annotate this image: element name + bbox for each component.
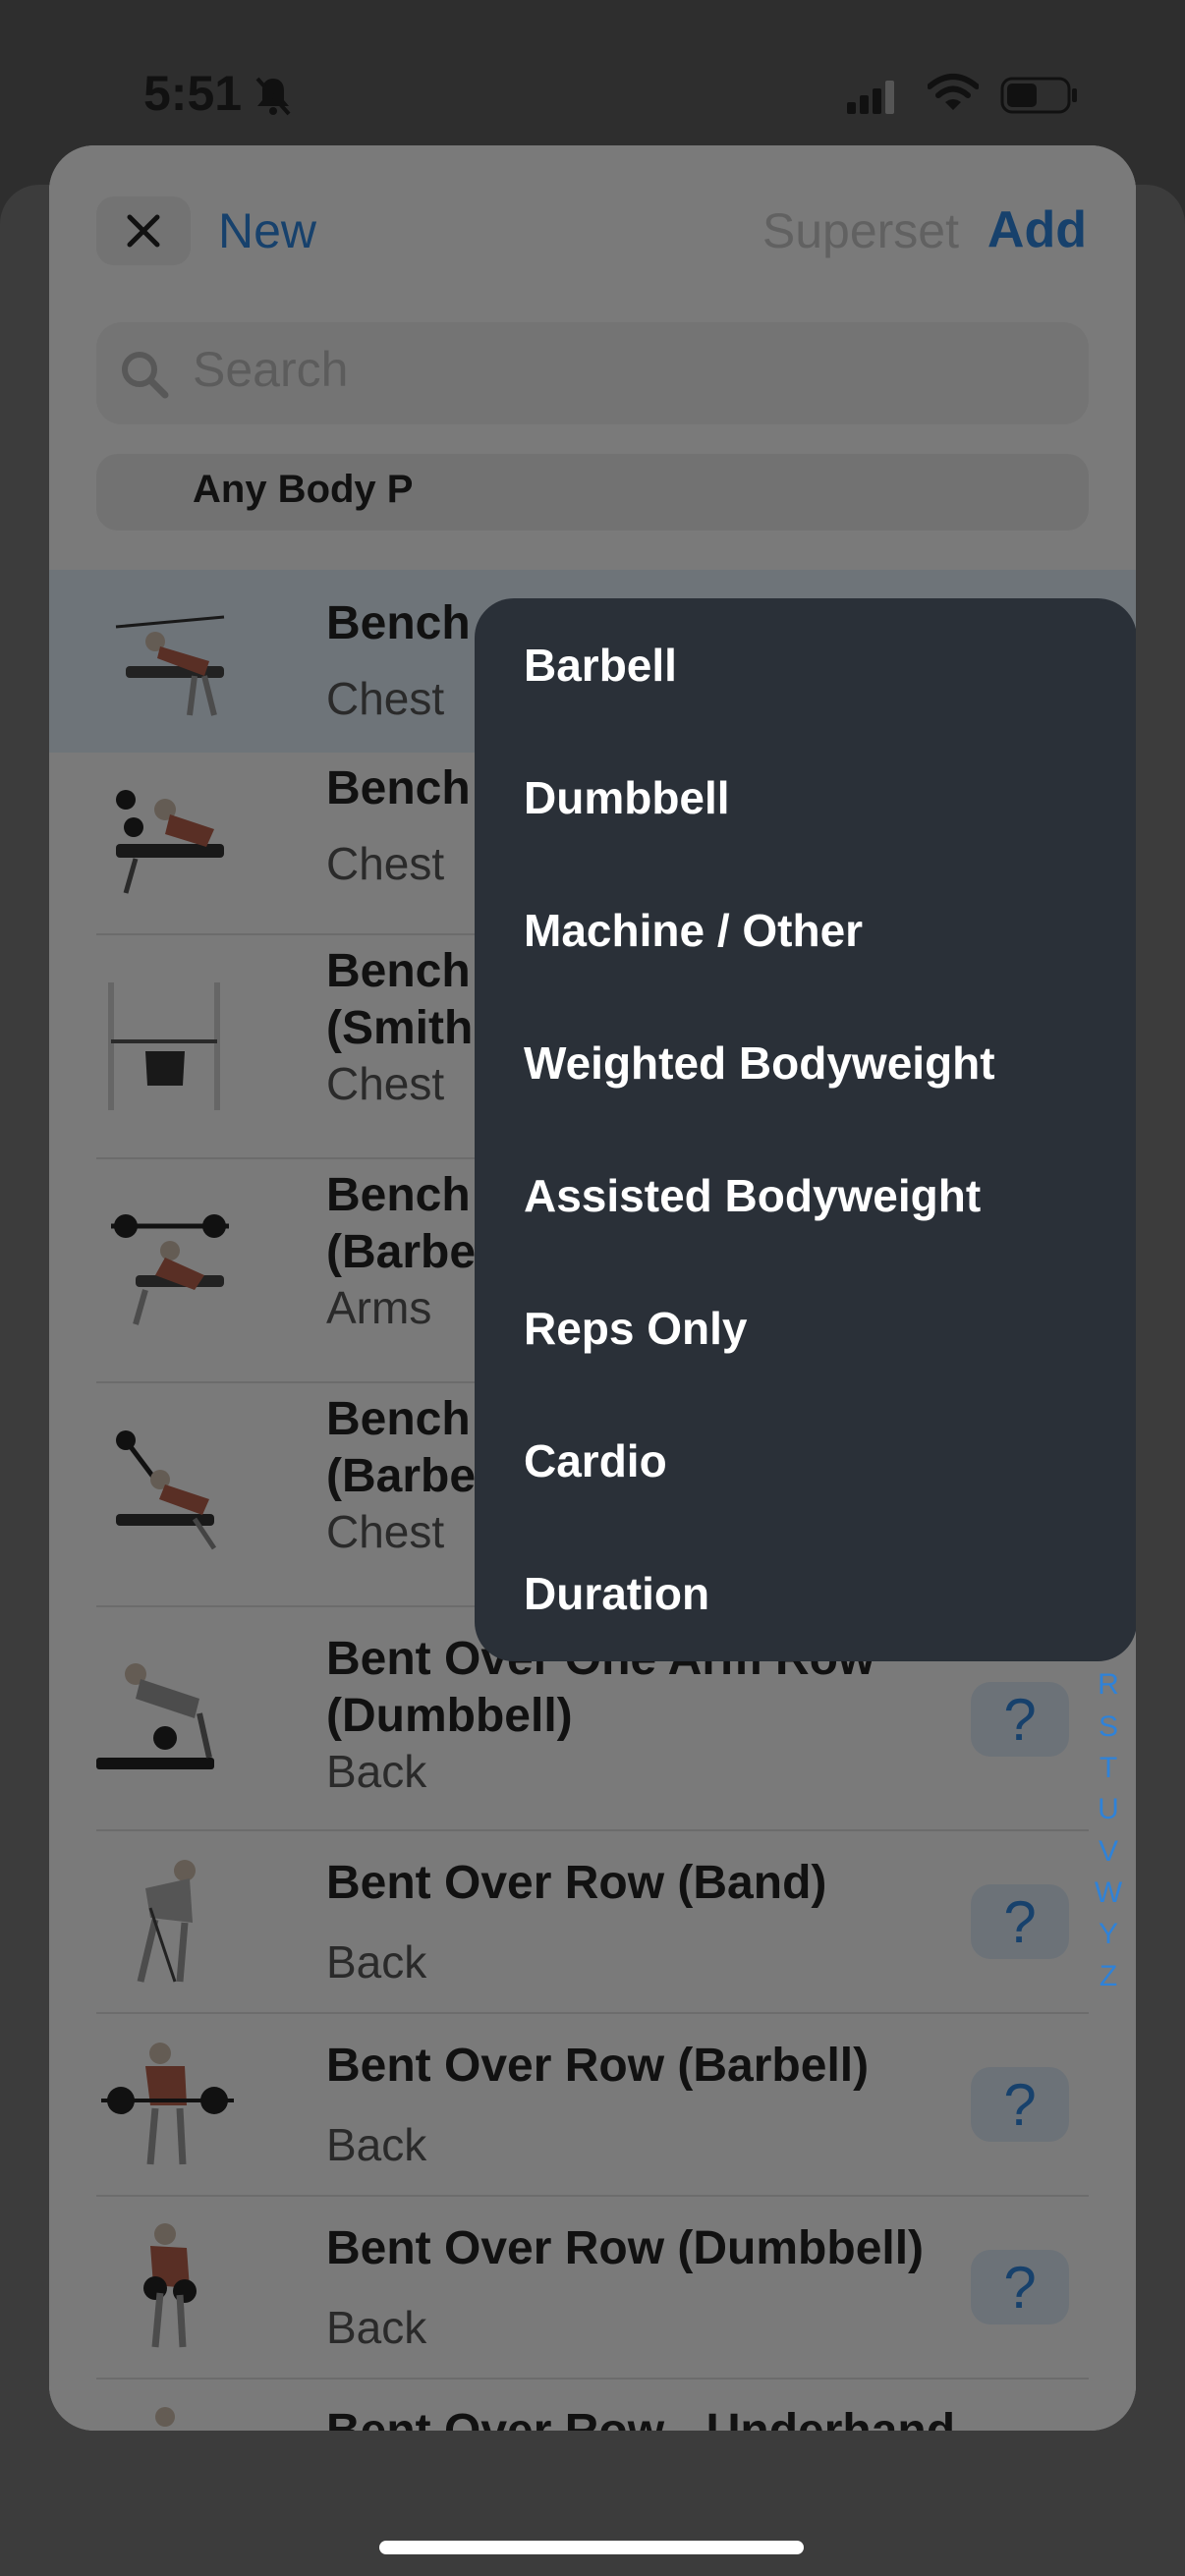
wifi-icon bbox=[928, 74, 979, 110]
add-exercise-sheet: New Superset Add Any Body P Bench Chest bbox=[49, 145, 1136, 2431]
menu-item-cardio[interactable]: Cardio bbox=[475, 1394, 1136, 1527]
menu-item-reps-only[interactable]: Reps Only bbox=[475, 1261, 1136, 1394]
index-letter[interactable]: Y bbox=[1089, 1914, 1128, 1955]
menu-item-machine-other[interactable]: Machine / Other bbox=[475, 864, 1136, 996]
index-letter[interactable]: S bbox=[1089, 1707, 1128, 1748]
index-letter[interactable]: U bbox=[1089, 1789, 1128, 1830]
menu-item-barbell[interactable]: Barbell bbox=[475, 598, 1136, 731]
equipment-menu: Barbell Dumbbell Machine / Other Weighte… bbox=[475, 598, 1136, 1661]
menu-item-assisted-bodyweight[interactable]: Assisted Bodyweight bbox=[475, 1129, 1136, 1261]
menu-item-weighted-bodyweight[interactable]: Weighted Bodyweight bbox=[475, 996, 1136, 1129]
home-indicator[interactable] bbox=[379, 2541, 804, 2554]
menu-item-dumbbell[interactable]: Dumbbell bbox=[475, 731, 1136, 864]
index-letter[interactable]: R bbox=[1089, 1664, 1128, 1706]
status-time: 5:51 bbox=[143, 66, 243, 121]
index-letter[interactable]: V bbox=[1089, 1831, 1128, 1873]
battery-icon bbox=[1000, 77, 1077, 114]
bell-muted-icon bbox=[255, 77, 291, 116]
index-letter[interactable]: T bbox=[1089, 1748, 1128, 1789]
menu-item-duration[interactable]: Duration bbox=[475, 1527, 1136, 1659]
cellular-signal-icon bbox=[847, 81, 894, 114]
index-letter[interactable]: Z bbox=[1089, 1956, 1128, 1997]
index-letter[interactable]: W bbox=[1089, 1873, 1128, 1914]
